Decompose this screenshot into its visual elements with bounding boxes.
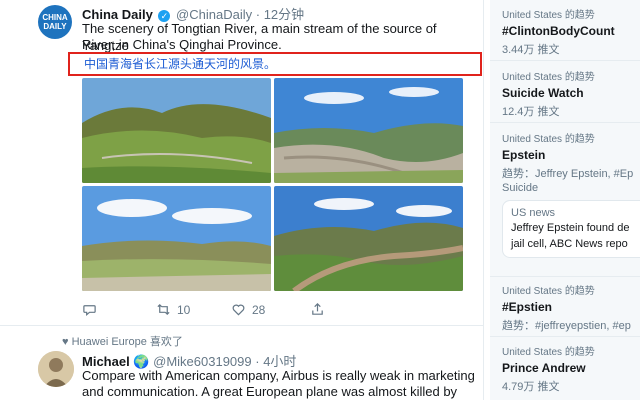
trend-item[interactable]: United States 的趋势 Suicide Watch 12.4万 推文 [502, 68, 640, 119]
trend-name: Epstein [502, 148, 546, 162]
trend-name: #Epstien [502, 300, 553, 314]
news-source: US news [511, 207, 556, 219]
trend-location: United States 的趋势 [502, 10, 595, 21]
retweet-icon [157, 303, 170, 316]
trend-meta: 趋势：Jeffrey Epstein, #Ep [502, 168, 634, 180]
trend-meta: 趋势：#jeffreyepstien, #ep [502, 320, 631, 332]
trend-location: United States 的趋势 [502, 72, 595, 83]
trend-location: United States 的趋势 [502, 286, 595, 297]
share-button[interactable] [310, 302, 325, 317]
trend-name: Prince Andrew [502, 361, 586, 375]
tweet-actions: 10 28 [82, 302, 412, 320]
trend-meta: 4.79万 推文 [502, 381, 560, 393]
trend-meta: 3.44万 推文 [502, 44, 560, 56]
trend-location: United States 的趋势 [502, 347, 595, 358]
trend-location: United States 的趋势 [502, 134, 595, 145]
news-headline: Jeffrey Epstein found de [511, 222, 630, 234]
liked-by-text[interactable]: Huawei Europe 喜欢了 [72, 336, 183, 348]
trend-name: Suicide Watch [502, 86, 584, 100]
timeline-feed: CHINA DAILY China Daily ✓ @ChinaDaily · … [0, 0, 484, 400]
heart-small-icon: ♥ [62, 336, 69, 348]
tweet-text-line: Compare with American company, Airbus is… [82, 368, 475, 383]
trend-meta: 12.4万 推文 [502, 106, 560, 118]
china-daily-avatar[interactable]: CHINA DAILY [38, 5, 72, 39]
trend-item[interactable]: United States 的趋势 #ClintonBodyCount 3.44… [502, 6, 640, 57]
trend-item[interactable]: United States 的趋势 Prince Andrew 4.79万 推文 [502, 343, 640, 394]
trend-item[interactable]: United States 的趋势 Epstein 趋势：Jeffrey Eps… [502, 130, 640, 194]
social-context: ♥ Huawei Europe 喜欢了 [62, 333, 183, 349]
tweet-photo[interactable] [82, 78, 271, 183]
retweet-button[interactable]: 10 [156, 302, 190, 317]
avatar-logo-text: CHINA [42, 13, 68, 22]
share-icon [312, 303, 323, 315]
avatar-logo-text: DAILY [43, 22, 67, 31]
tweet-text-line: and communication. A great European plan… [82, 384, 458, 399]
news-card[interactable]: US news Jeffrey Epstein found de jail ce… [502, 200, 640, 258]
trends-sidebar: United States 的趋势 #ClintonBodyCount 3.44… [490, 0, 640, 400]
reply-button[interactable] [82, 302, 103, 317]
news-headline: jail cell, ABC News repo [511, 238, 628, 250]
tweet-photo[interactable] [82, 186, 271, 291]
trend-item[interactable]: United States 的趋势 #Epstien 趋势：#jeffreyep… [502, 282, 640, 333]
like-count: 28 [252, 302, 266, 317]
divider [490, 122, 640, 123]
divider [490, 60, 640, 61]
reply-icon [83, 305, 96, 316]
translated-text: 中国青海省长江源头通天河的风景。 [84, 57, 277, 71]
tweet-text-line: River, in China's Qinghai Province. [82, 37, 282, 52]
divider [490, 276, 640, 277]
trend-meta-continued: Suicide [502, 182, 539, 194]
tweet-photo[interactable] [274, 78, 463, 183]
heart-icon [232, 304, 245, 316]
retweet-count: 10 [177, 302, 191, 317]
like-button[interactable]: 28 [231, 302, 265, 317]
tweet-photo[interactable] [274, 186, 463, 291]
divider [490, 336, 640, 337]
michael-avatar[interactable] [38, 351, 74, 387]
trend-name: #ClintonBodyCount [502, 24, 615, 38]
